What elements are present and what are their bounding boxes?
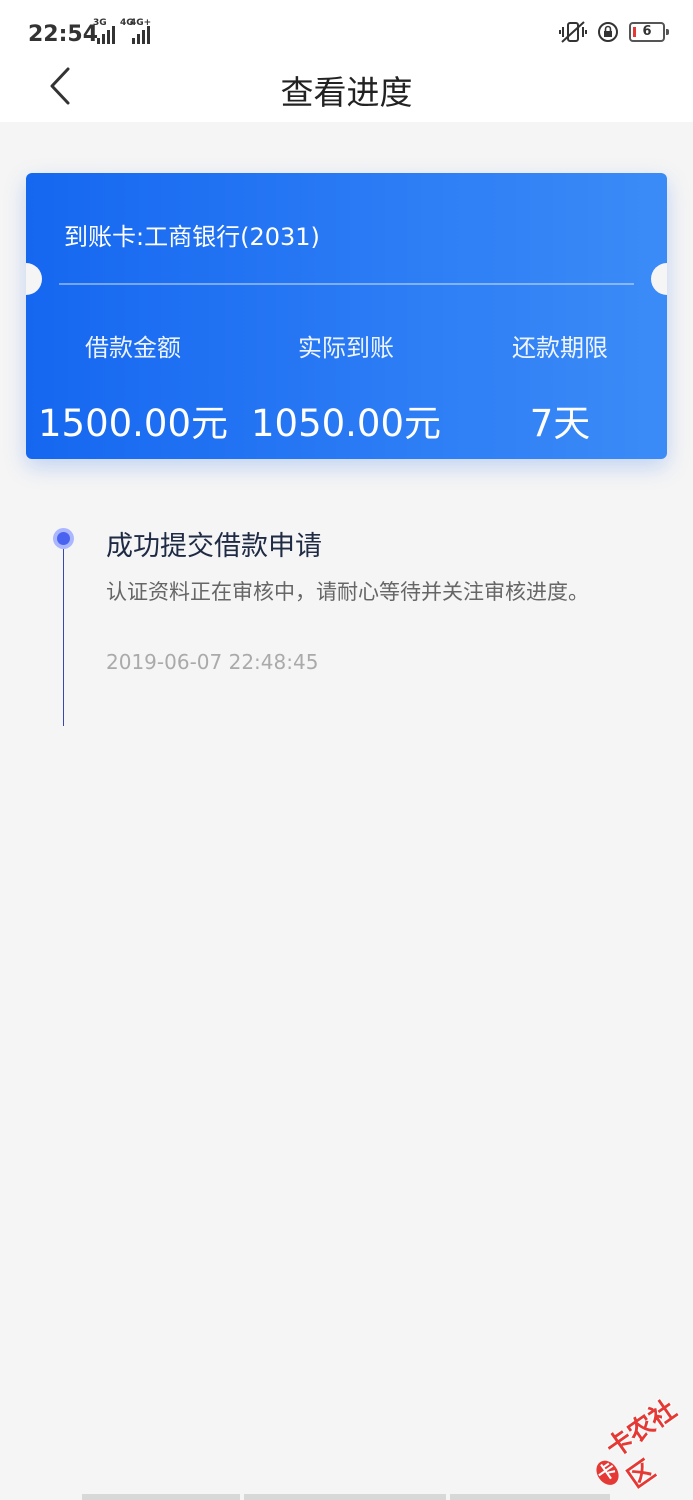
status-time: 22:54 [28,22,99,47]
battery-icon: 6 [629,22,669,42]
timeline-line [63,532,64,726]
loan-amount: 借款金额 1500.00元 [26,328,240,447]
actual-received-label: 实际到账 [298,334,394,362]
rotation-lock-icon [598,22,618,42]
status-bar: 22:54 3G 4G 4G+ 6 [0,0,693,62]
timeline-step-description: 认证资料正在审核中，请耐心等待并关注审核进度。 [106,580,589,604]
vibrate-mute-icon [559,21,587,43]
receiving-card-label: 到账卡:工商银行(2031) [64,223,320,251]
nav-bar: 查看进度 [0,62,693,122]
card-divider [59,283,634,285]
timeline-step-time: 2019-06-07 22:48:45 [106,650,319,674]
signal-icon [97,26,115,44]
timeline-step-title: 成功提交借款申请 [106,531,322,562]
loan-amount-value: 1500.00元 [37,402,228,445]
card-notch-left [26,263,42,295]
loan-amount-label: 借款金额 [85,334,181,362]
signal-icon-2 [132,26,150,44]
repayment-term-label: 还款期限 [512,334,608,362]
card-notch-right [651,263,667,295]
watermark: 卡 卡农社区 [578,1389,693,1500]
page-title: 查看进度 [280,73,413,112]
timeline-dot [53,528,74,549]
repayment-term-value: 7天 [529,402,591,445]
loan-summary-card: 到账卡:工商银行(2031) 借款金额 1500.00元 实际到账 1050.0… [26,173,667,459]
actual-received: 实际到账 1050.00元 [239,328,453,447]
repayment-term: 还款期限 7天 [453,328,667,447]
actual-received-value: 1050.00元 [250,402,441,445]
status-icons: 6 [559,20,669,44]
bottom-nav-bar [82,1494,610,1500]
